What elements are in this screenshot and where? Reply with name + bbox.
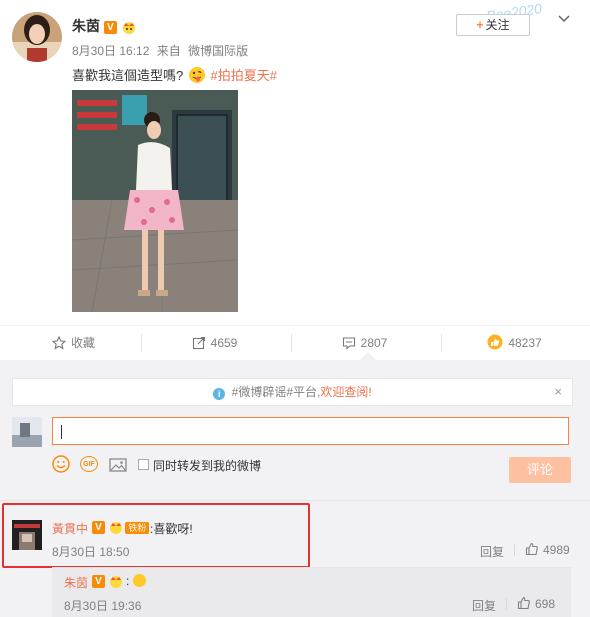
comment-input[interactable] xyxy=(52,417,569,445)
favorite-label: 收藏 xyxy=(70,336,95,350)
repost-icon xyxy=(192,336,205,350)
star-icon xyxy=(51,336,66,350)
follow-label: 关注 xyxy=(485,18,510,32)
action-bar: 收藏 4659 2807 48237 xyxy=(0,325,590,360)
gif-icon[interactable]: GIF xyxy=(80,456,98,472)
comment-like-count: 4989 xyxy=(543,543,570,557)
author-name[interactable]: 朱茵 V xyxy=(72,16,137,36)
reply-button[interactable]: 回复 xyxy=(480,543,504,560)
my-avatar[interactable] xyxy=(12,417,42,447)
author-avatar[interactable] xyxy=(12,12,62,62)
thumb-up-icon xyxy=(525,542,538,556)
comments-pointer xyxy=(360,352,376,360)
comment-icon xyxy=(342,337,355,350)
reply-reply-button[interactable]: 回复 xyxy=(472,597,496,614)
thumb-up-icon xyxy=(517,596,530,610)
post-date[interactable]: 8月30日 16:12 xyxy=(72,44,149,58)
laugh-emoji-icon xyxy=(132,574,146,587)
reply-author-name[interactable]: 朱茵 xyxy=(64,574,88,591)
post-meta: 8月30日 16:12 来自 微博国际版 xyxy=(72,42,252,59)
favorite-button[interactable]: 收藏 xyxy=(0,326,147,360)
info-icon: i xyxy=(213,388,226,400)
reply-like-count: 698 xyxy=(535,597,556,611)
reply-time: 8月30日 19:36 xyxy=(64,599,142,613)
submit-comment-button[interactable]: 评论 xyxy=(509,457,571,483)
reply-like-button[interactable]: 698 xyxy=(517,596,555,611)
divider xyxy=(0,500,590,501)
notice-text[interactable]: #微博辟谣#平台, xyxy=(232,385,321,399)
notice-link[interactable]: 欢迎查阅! xyxy=(320,385,371,399)
close-icon[interactable]: × xyxy=(554,379,562,405)
chevron-down-icon[interactable] xyxy=(558,10,570,26)
author-name-text[interactable]: 朱茵 xyxy=(72,18,100,34)
comment-highlight-box xyxy=(2,503,310,568)
reply-text: : xyxy=(126,574,146,588)
post-photo[interactable] xyxy=(72,90,238,312)
reply-colon: : xyxy=(126,574,130,588)
image-icon[interactable] xyxy=(109,457,127,476)
like-count: 48237 xyxy=(508,336,542,350)
smile-icon[interactable] xyxy=(52,455,70,476)
post-text: 喜歡我這個造型嗎? #拍拍夏天# xyxy=(72,65,277,84)
hashtag-link[interactable]: #拍拍夏天# xyxy=(210,68,276,83)
tongue-emoji-icon xyxy=(188,67,205,83)
source-prefix: 来自 xyxy=(156,44,181,58)
divider xyxy=(506,598,507,610)
repost-count: 4659 xyxy=(210,336,238,350)
divider xyxy=(514,544,515,556)
like-icon xyxy=(487,334,503,350)
crown-badge-icon xyxy=(122,21,135,34)
follow-button[interactable]: + 关注 xyxy=(456,14,530,36)
reply-author-badges: V xyxy=(92,574,124,589)
v-badge-icon: V xyxy=(92,575,105,589)
v-badge-icon: V xyxy=(103,20,117,34)
comment-like-button[interactable]: 4989 xyxy=(525,542,570,557)
repost-checkbox[interactable] xyxy=(138,459,149,470)
repost-label[interactable]: 同时转发到我的微博 xyxy=(153,457,261,474)
plus-icon: + xyxy=(476,18,484,32)
notice-bar: i #微博辟谣#平台,欢迎查阅! × xyxy=(12,378,573,406)
comment-count: 2807 xyxy=(360,336,388,350)
repost-button[interactable]: 4659 xyxy=(141,326,288,360)
post-source[interactable]: 微博国际版 xyxy=(188,44,248,58)
like-button[interactable]: 48237 xyxy=(441,326,588,360)
text-caret xyxy=(61,425,62,439)
post-body: 喜歡我這個造型嗎? xyxy=(72,68,184,83)
crown-badge-icon xyxy=(110,576,123,589)
